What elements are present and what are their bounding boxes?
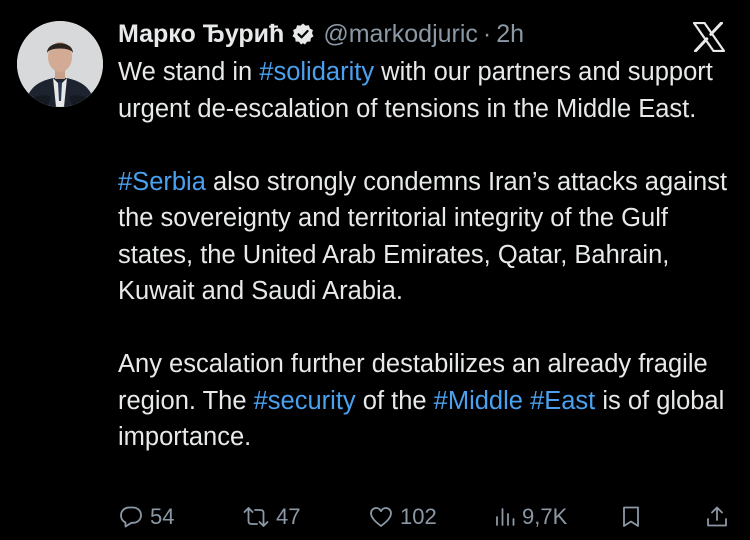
hashtag-link[interactable]: #Serbia	[118, 168, 206, 196]
repost-icon	[243, 507, 269, 527]
reply-icon	[120, 506, 142, 528]
heart-icon	[370, 507, 392, 527]
avatar[interactable]	[17, 21, 103, 107]
tweet-text-segment	[523, 387, 530, 415]
x-logo-icon[interactable]	[693, 22, 725, 52]
tweet-paragraph: Any escalation further destabilizes an a…	[118, 346, 738, 456]
repost-button[interactable]: 47	[242, 500, 300, 534]
tweet-text-segment: also strongly condemns Iran’s attacks ag…	[118, 167, 728, 306]
hashtag-link[interactable]: #Middle	[434, 387, 523, 415]
share-icon	[707, 506, 727, 527]
tweet-timestamp[interactable]: 2h	[496, 20, 524, 49]
tweet-text-segment: We stand in	[118, 58, 260, 86]
like-button[interactable]: 102	[368, 500, 437, 534]
verified-badge-icon	[292, 23, 314, 45]
tweet-paragraph: We stand in #solidarity with our partner…	[118, 54, 738, 127]
author-name[interactable]: Марко Ђурић	[118, 20, 284, 49]
hashtag-link[interactable]: #security	[254, 387, 356, 415]
reply-button[interactable]: 54	[118, 500, 174, 534]
tweet-actions: 54 47 102 9,7K	[0, 500, 750, 534]
bookmark-button[interactable]	[620, 500, 642, 534]
reply-count: 54	[150, 504, 175, 529]
separator-dot: ·	[482, 19, 492, 48]
author-handle[interactable]: @markodjuric	[323, 20, 478, 49]
tweet-header: Марко Ђурић @markodjuric · 2h	[118, 17, 524, 51]
hashtag-link[interactable]: #East	[530, 387, 595, 415]
views-button[interactable]: 9,7K	[494, 500, 567, 534]
views-icon	[496, 508, 515, 526]
bookmark-icon	[623, 506, 639, 527]
tweet-text: We stand in #solidarity with our partner…	[118, 54, 738, 456]
hashtag-link[interactable]: #solidarity	[259, 58, 374, 86]
tweet-paragraph: #Serbia also strongly condemns Iran’s at…	[118, 164, 738, 310]
views-count: 9,7K	[522, 504, 568, 529]
repost-count: 47	[276, 504, 301, 529]
tweet-text-segment: of the	[355, 386, 434, 415]
like-count: 102	[400, 504, 437, 529]
share-button[interactable]	[705, 500, 729, 534]
